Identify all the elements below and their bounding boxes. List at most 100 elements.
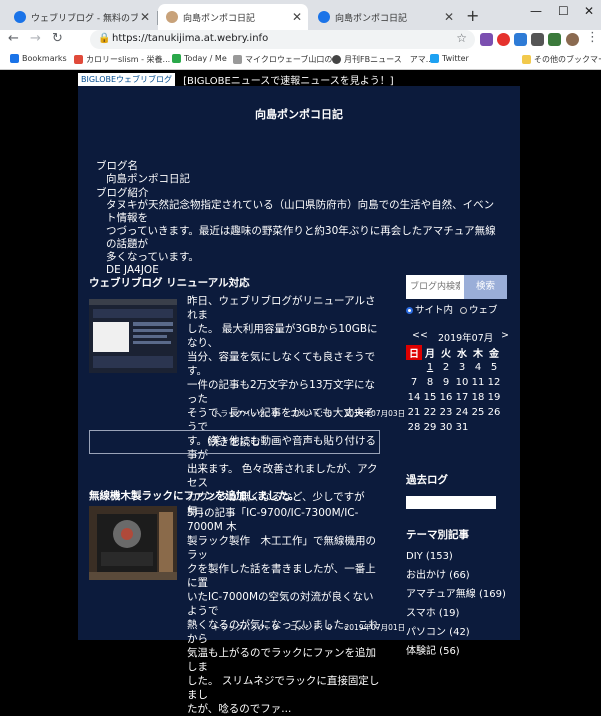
search-button[interactable]: 検索 <box>464 275 507 299</box>
calendar-day: 3 <box>458 362 466 373</box>
excerpt-line: たが、唸るのでファ... <box>187 703 292 715</box>
calendar-day: 18 <box>471 392 485 403</box>
theme-link[interactable]: アマチュア無線 (169) <box>406 585 506 604</box>
calendar-weekday: 水 <box>457 349 467 360</box>
news-link[interactable]: [BIGLOBEニュースで速報ニュースを見よう！] <box>183 72 394 87</box>
excerpt-line: 製ラック製作 木工工作」で無線機用のラッ <box>187 535 376 561</box>
comment-count[interactable]: コメント：0 <box>290 409 332 418</box>
calendar-grid: 日月火水木金 1 2 3 4 5 7 8 9 10 11 12 14 15 16 17 18 19 21 22 23 2… <box>406 345 502 435</box>
blog-title[interactable]: 向島ポンポコ日記 <box>78 106 520 122</box>
theme-link[interactable]: スマホ (19) <box>406 604 506 623</box>
calendar-day: 10 <box>455 377 469 388</box>
bookmark-bookmarks[interactable]: Bookmarks <box>10 54 67 63</box>
bookmark-other[interactable]: その他のブックマーク <box>522 54 601 65</box>
excerpt-line: した。 最大利用容量が3GBから10GBになり、 <box>187 323 378 349</box>
blog-intro-label: ブログ紹介 <box>96 187 149 199</box>
entry-thumbnail[interactable] <box>89 506 177 580</box>
calendar-day: 8 <box>426 377 434 388</box>
new-badge-extension-icon[interactable] <box>514 33 527 46</box>
address-bar[interactable]: 🔒 https://tanukijima.at.webry.info ☆ <box>90 30 475 49</box>
calendar-day[interactable]: 1 <box>422 360 438 375</box>
archive-select[interactable] <box>406 496 496 509</box>
menu-dots-icon[interactable]: ⋮ <box>586 30 599 45</box>
bookmark-fbnews[interactable]: 月刊FBニュース アマ... <box>332 54 433 65</box>
profile-avatar[interactable] <box>566 33 579 46</box>
bookmark-twitter[interactable]: Twitter <box>430 54 469 63</box>
theme-link[interactable]: お出かけ (66) <box>406 566 506 585</box>
blog-main-panel: 向島ポンポコ日記 ブログ名 向島ポンポコ日記 ブログ紹介 タヌキが天然記念物指定… <box>78 86 520 715</box>
tab-title: 向島ポンポコ日記 <box>183 13 256 24</box>
calendar-day: 7 <box>410 377 418 388</box>
entry-title[interactable]: 無線機木製ラックにファンを追加しました。 <box>89 488 299 503</box>
calendar-empty-cell <box>406 360 422 375</box>
calendar-next[interactable]: > <box>501 330 509 341</box>
maximize-icon[interactable]: ☐ <box>558 4 569 18</box>
new-tab-icon[interactable]: + <box>466 6 479 25</box>
radio-web[interactable]: ウェブ <box>460 305 498 316</box>
extension-icon[interactable] <box>548 33 561 46</box>
radio-site[interactable]: サイト内 <box>406 305 453 316</box>
calendar-weekday: 金 <box>489 349 499 360</box>
calendar-prev[interactable]: << <box>412 330 428 341</box>
window-close-icon[interactable]: ✕ <box>584 4 594 18</box>
dark-extension-icon[interactable] <box>531 33 544 46</box>
search-input[interactable] <box>406 275 464 299</box>
tab-title: 向島ポンポコ日記 <box>335 13 408 24</box>
excerpt-line: した。 スリムネジでラックに直接固定しまし <box>187 675 380 701</box>
red-extension-icon[interactable] <box>497 33 510 46</box>
read-more-button[interactable]: 続きを読む <box>89 430 380 454</box>
calendar-weekday: 木 <box>473 349 483 360</box>
calendar-day: 4 <box>474 362 482 373</box>
browser-toolbar: ← → ↻ 🔒 https://tanukijima.at.webry.info… <box>0 30 601 50</box>
bookmark-star-icon[interactable]: ☆ <box>456 31 467 45</box>
calendar-month: 2019年07月 <box>438 333 494 344</box>
bookmark-label: 月刊FBニュース アマ... <box>344 55 434 64</box>
top-strip: BIGLOBEウェブリブログ [BIGLOBEニュースで速報ニュースを見よう！] <box>78 72 394 87</box>
close-icon[interactable]: ✕ <box>290 10 304 24</box>
bookmark-label: カロリーslism - 栄養... <box>86 55 171 64</box>
bookmark-calorie[interactable]: カロリーslism - 栄養... <box>74 54 170 65</box>
site-icon <box>233 55 242 64</box>
globe-icon <box>14 11 26 23</box>
radio-label: サイト内 <box>415 305 454 316</box>
theme-link[interactable]: DIY (153) <box>406 547 506 566</box>
radio-label: ウェブ <box>469 305 498 316</box>
close-icon[interactable]: ✕ <box>138 10 152 24</box>
calendar-day: 31 <box>455 422 469 433</box>
back-arrow-icon[interactable]: ← <box>8 31 19 46</box>
entry-excerpt: 5月の記事「IC-9700/IC-7300M/IC-7000M 木 製ラック製作… <box>187 506 382 716</box>
bookmark-label: マイクロウェーブ山口の... <box>245 55 340 64</box>
calendar-day: 11 <box>471 377 485 388</box>
entry-thumbnail[interactable] <box>89 299 177 373</box>
tab-webryblog[interactable]: ウェブリブログ - 無料のブログ(blog)サ ✕ <box>6 4 156 30</box>
star-icon <box>10 54 19 63</box>
entry-title[interactable]: ウェブリブログ リニューアル対応 <box>89 275 250 290</box>
minimize-icon[interactable]: — <box>530 4 542 18</box>
calendar-day: 17 <box>455 392 469 403</box>
biglobe-logo[interactable]: BIGLOBEウェブリブログ <box>78 73 176 86</box>
tab-pompoko[interactable]: 向島ポンポコ日記 ✕ <box>310 4 460 30</box>
favicon-icon <box>166 11 178 23</box>
theme-list: DIY (153) お出かけ (66) アマチュア無線 (169) スマホ (1… <box>406 547 506 661</box>
excerpt-line: 出来ます。 色々改善されましたが、アクセス <box>187 463 378 489</box>
bookmark-today[interactable]: Today / Me <box>172 54 227 63</box>
onenote-extension-icon[interactable] <box>480 33 493 46</box>
radio-unselected-icon <box>460 307 468 314</box>
close-icon[interactable]: ✕ <box>442 10 456 24</box>
reload-icon[interactable]: ↻ <box>52 31 63 46</box>
tab-pompoko-active[interactable]: 向島ポンポコ日記 ✕ <box>158 4 308 30</box>
trackback-count[interactable]: トラックバック：0 <box>213 623 277 632</box>
theme-link[interactable]: 体験記 (56) <box>406 642 506 661</box>
bookmark-label: Today / Me <box>184 54 227 63</box>
calendar-day: 16 <box>439 392 453 403</box>
bookmark-microwave[interactable]: マイクロウェーブ山口の... <box>233 54 340 65</box>
trackback-count[interactable]: トラックバック：0 <box>213 409 277 418</box>
forward-arrow-icon[interactable]: → <box>30 31 41 46</box>
comment-count[interactable]: コメント：0 <box>290 623 332 632</box>
excerpt-line: 一件の記事も2万文字から13万文字になった <box>187 379 376 405</box>
bookmarks-bar: Bookmarks カロリーslism - 栄養... Today / Me マ… <box>0 50 601 70</box>
calendar-day: 5 <box>490 362 498 373</box>
theme-link[interactable]: パソコン (42) <box>406 623 506 642</box>
globe-icon <box>318 11 330 23</box>
calendar-weekday: 火 <box>441 349 451 360</box>
